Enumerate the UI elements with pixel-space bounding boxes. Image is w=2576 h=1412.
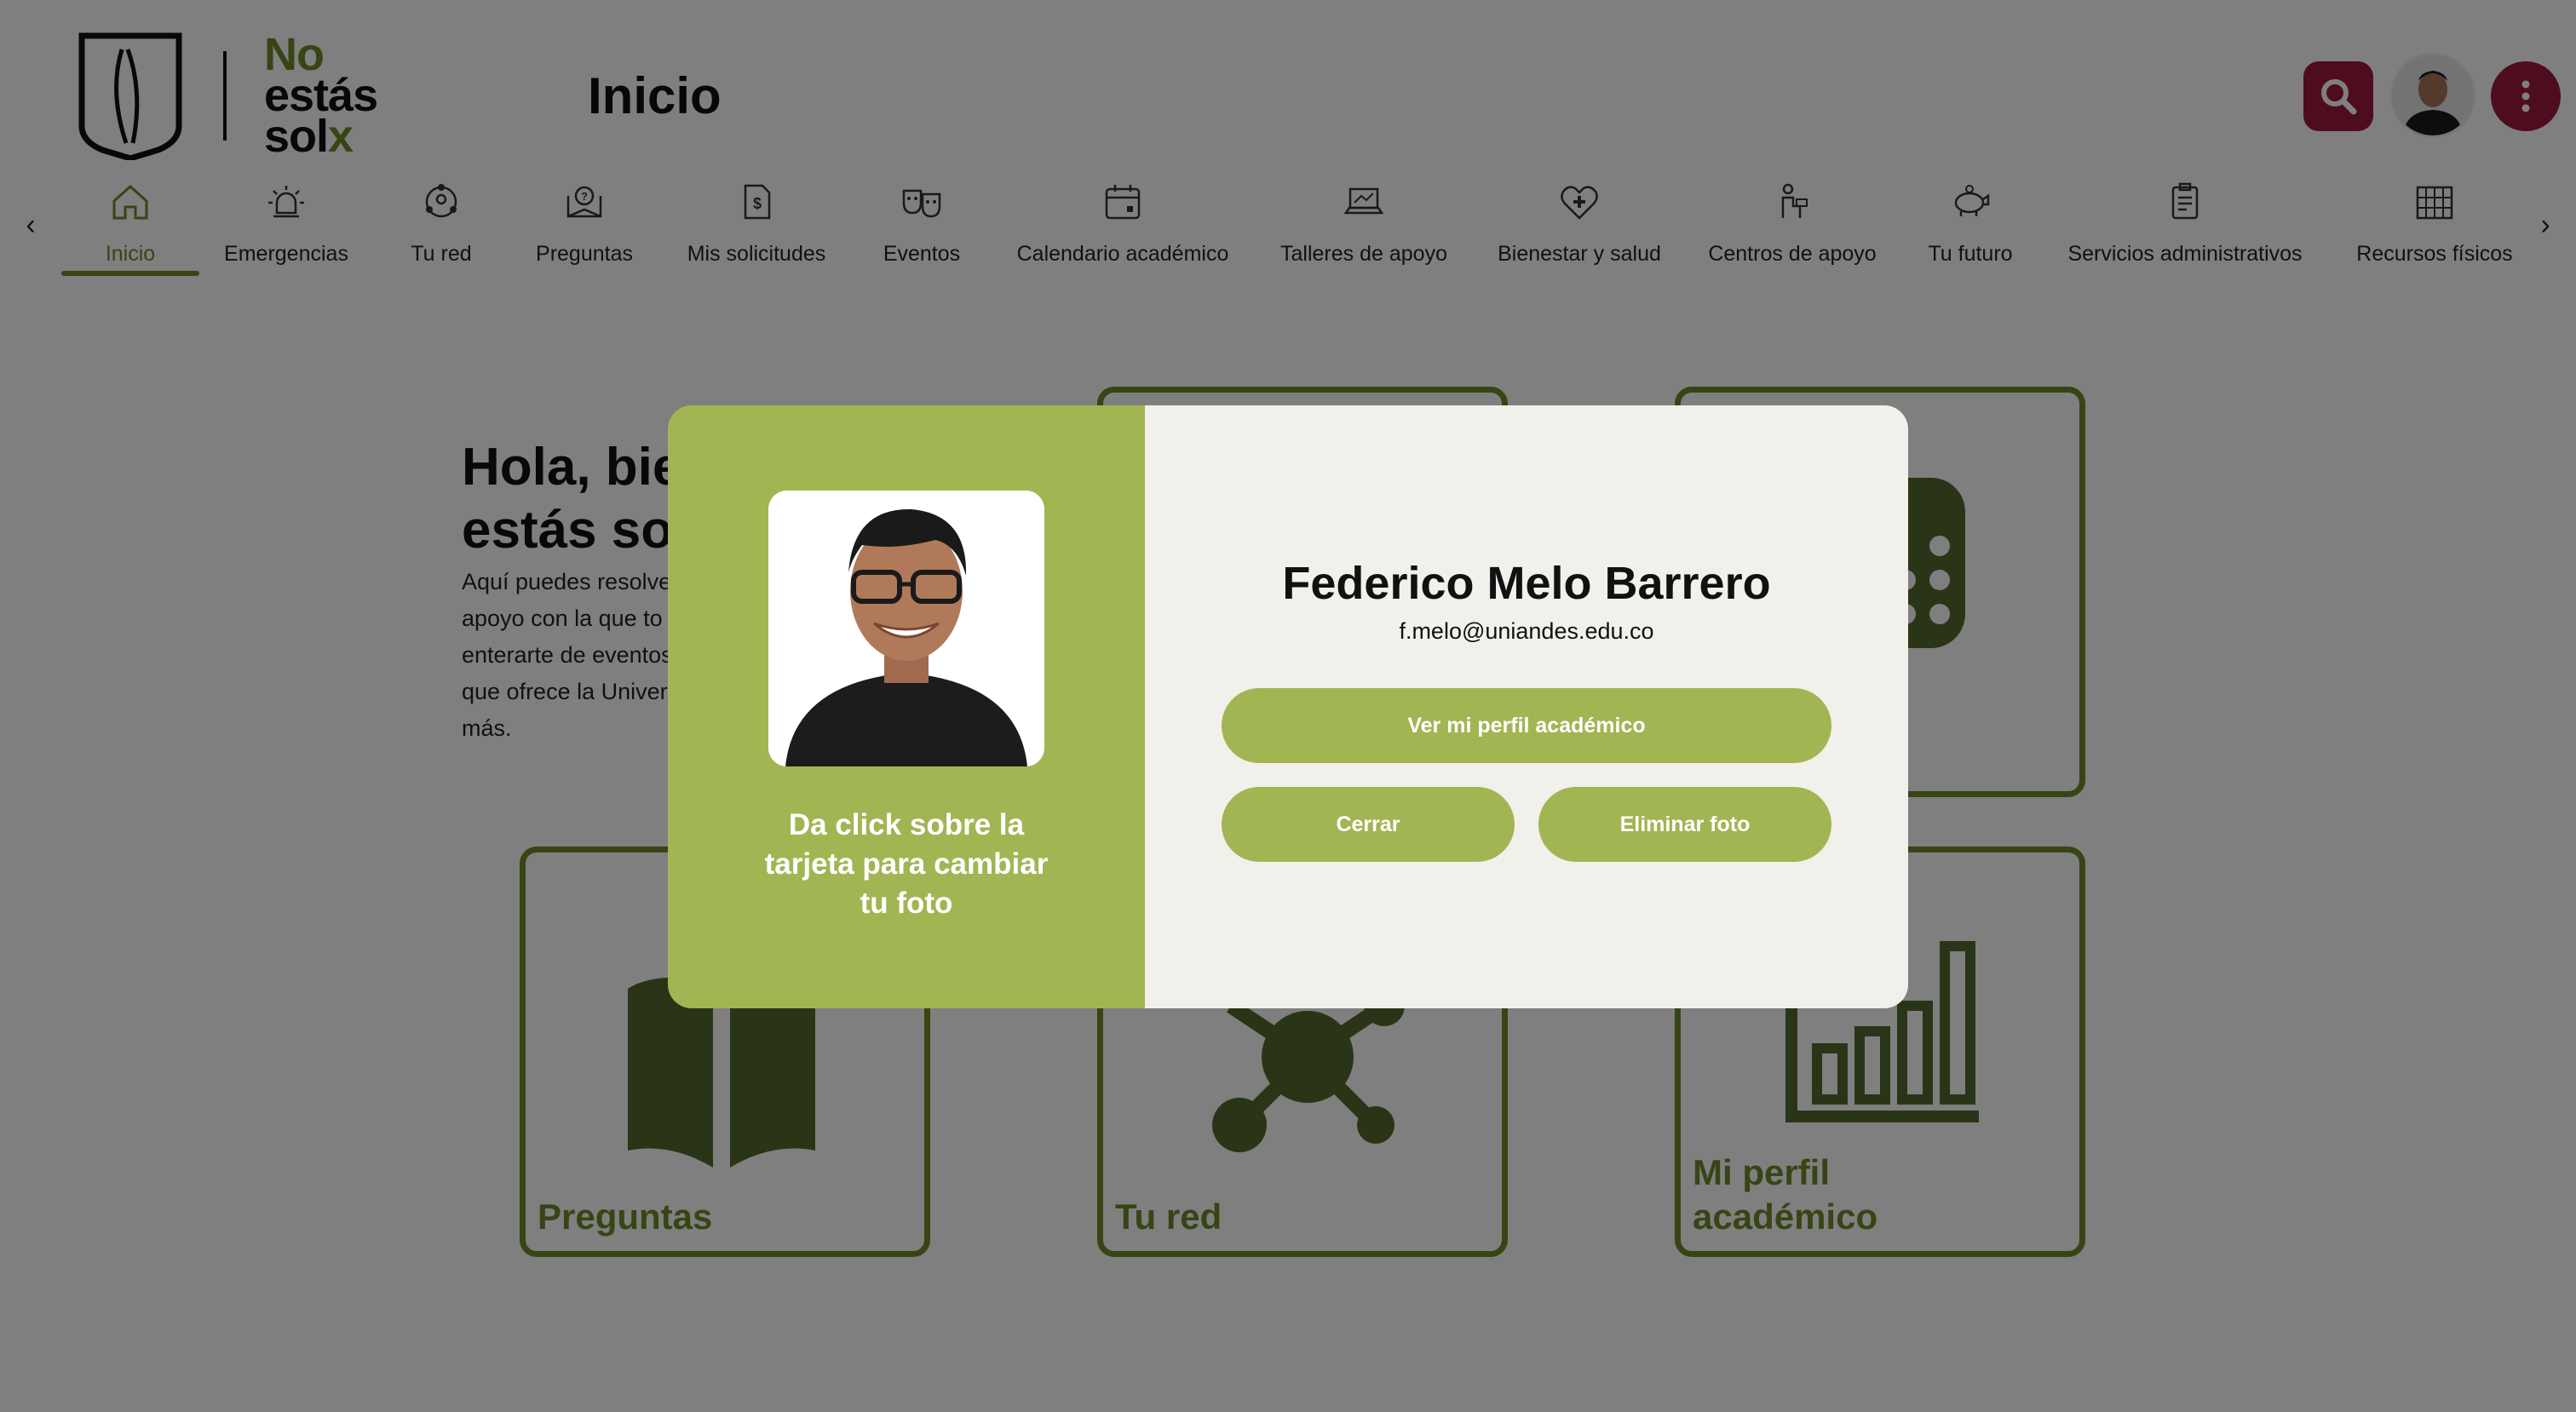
photo-panel: Da click sobre la tarjeta para cambiar t…: [668, 405, 1145, 1008]
profile-photo: [768, 491, 1044, 766]
view-academic-profile-button[interactable]: Ver mi perfil académico: [1222, 688, 1831, 763]
profile-photo-card[interactable]: [768, 491, 1044, 766]
profile-details-panel: Federico Melo Barrero f.melo@uniandes.ed…: [1145, 405, 1908, 1008]
profile-modal: Da click sobre la tarjeta para cambiar t…: [668, 405, 1908, 1008]
user-email: f.melo@uniandes.edu.co: [1399, 618, 1654, 644]
change-photo-hint: Da click sobre la tarjeta para cambiar t…: [764, 808, 1049, 920]
close-button[interactable]: Cerrar: [1222, 787, 1515, 862]
user-full-name: Federico Melo Barrero: [1282, 558, 1771, 609]
delete-photo-button[interactable]: Eliminar foto: [1538, 787, 1831, 862]
